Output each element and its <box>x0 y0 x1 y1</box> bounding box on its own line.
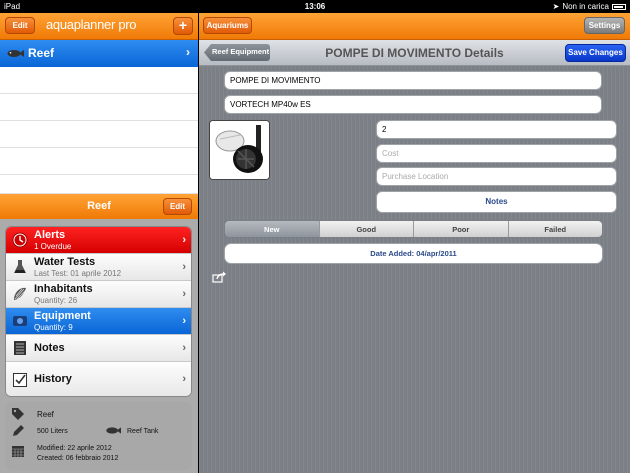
tank-menu: Alerts 1 Overdue › Water Tests Last Test… <box>5 226 192 397</box>
tank-info-created: Created: 06 febbraio 2012 <box>37 455 119 462</box>
tag-icon <box>12 408 24 420</box>
menu-item-water-tests[interactable]: Water Tests Last Test: 01 aprile 2012 › <box>6 254 191 281</box>
chevron-right-icon: › <box>182 261 186 273</box>
status-right: ➤ Non in carica <box>553 0 626 13</box>
menu-item-history[interactable]: History › <box>6 362 191 396</box>
shell-icon <box>14 287 26 300</box>
empty-row <box>0 148 198 175</box>
chevron-right-icon: › <box>182 315 186 327</box>
edit-tank-button[interactable]: Edit <box>163 198 192 215</box>
calendar-icon <box>12 446 24 457</box>
clock-icon <box>12 232 28 248</box>
condition-segmented-control: New Good Poor Failed <box>224 220 603 238</box>
empty-row <box>0 175 198 194</box>
tank-info-box: Reef 500 Liters Reef Tank Modified: 22 a… <box>5 402 192 470</box>
menu-item-subtitle: Last Test: 01 aprile 2012 <box>34 269 122 278</box>
tank-header-bar: Reef Edit <box>0 194 198 219</box>
pump-image <box>210 121 269 179</box>
add-aquarium-button[interactable]: + <box>173 17 193 35</box>
top-nav-bar: Aquariums Settings <box>199 13 630 40</box>
menu-item-equipment[interactable]: Equipment Quantity: 9 › <box>6 308 191 335</box>
menu-item-title: Water Tests <box>34 256 96 268</box>
pencil-icon <box>13 425 24 436</box>
tank-list-item-reef[interactable]: Reef › <box>0 40 198 67</box>
menu-item-inhabitants[interactable]: Inhabitants Quantity: 26 › <box>6 281 191 308</box>
fish-icon <box>7 50 24 57</box>
flask-icon <box>14 260 26 273</box>
menu-item-subtitle: 1 Overdue <box>34 242 72 251</box>
tank-info-type: Reef Tank <box>127 428 159 435</box>
menu-item-alerts[interactable]: Alerts 1 Overdue › <box>6 227 191 254</box>
battery-status-text: Non in carica <box>562 2 609 11</box>
chevron-right-icon: › <box>182 234 186 246</box>
notes-button[interactable]: Notes <box>376 191 617 213</box>
equipment-photo[interactable] <box>209 120 270 180</box>
menu-item-title: Notes <box>34 342 65 354</box>
chevron-right-icon: › <box>186 45 190 59</box>
tank-name: Reef <box>28 46 55 60</box>
back-button[interactable]: Reef Equipment <box>204 44 270 61</box>
menu-item-title: Alerts <box>34 229 66 241</box>
notepad-icon <box>14 341 26 355</box>
share-icon[interactable] <box>212 271 226 283</box>
tank-info-modified: Modified: 22 aprile 2012 <box>37 445 112 452</box>
equipment-icon <box>13 316 27 326</box>
equipment-name-field[interactable]: POMPE DI MOVIMENTO <box>224 71 602 90</box>
tank-info-name: Reef <box>37 410 54 419</box>
tank-menu-area: Alerts 1 Overdue › Water Tests Last Test… <box>0 219 198 473</box>
save-changes-button[interactable]: Save Changes <box>565 44 626 62</box>
condition-poor[interactable]: Poor <box>414 221 509 237</box>
tank-info-volume: 500 Liters <box>37 428 68 435</box>
settings-button[interactable]: Settings <box>584 17 625 34</box>
menu-item-title: Equipment <box>34 310 91 322</box>
date-added-field[interactable]: Date Added: 04/apr/2011 <box>224 243 603 264</box>
empty-row <box>0 67 198 94</box>
fish-icon <box>106 427 121 434</box>
location-icon: ➤ <box>552 2 560 11</box>
checklist-icon <box>13 373 27 387</box>
clock: 13:06 <box>304 2 326 11</box>
edit-aquariums-button[interactable]: Edit <box>5 17 35 34</box>
detail-content: POMPE DI MOVIMENTO VORTECH MP40w ES 2 Co… <box>199 66 630 473</box>
menu-item-title: History <box>34 373 72 385</box>
page-title: POMPE DI MOVIMENTO Details <box>325 46 504 60</box>
detail-nav-bar: Reef Equipment POMPE DI MOVIMENTO Detail… <box>199 40 630 66</box>
logo-suffix: pro <box>118 17 137 32</box>
logo-text: aquaplanner <box>46 17 115 32</box>
chevron-right-icon: › <box>182 373 186 385</box>
empty-row <box>0 121 198 148</box>
status-bar: iPad 13:06 ➤ Non in carica <box>0 0 630 13</box>
left-pane: Edit aquaplanner pro + Reef › Reef Edit … <box>0 13 198 473</box>
app-logo: aquaplanner pro <box>46 17 137 32</box>
menu-item-notes[interactable]: Notes › <box>6 335 191 362</box>
condition-new[interactable]: New <box>225 221 320 237</box>
aquariums-button[interactable]: Aquariums <box>203 17 252 34</box>
chevron-right-icon: › <box>182 288 186 300</box>
empty-row <box>0 94 198 121</box>
purchase-location-field[interactable]: Purchase Location <box>376 167 617 186</box>
condition-good[interactable]: Good <box>319 221 414 237</box>
battery-icon <box>612 3 626 10</box>
menu-item-title: Inhabitants <box>34 283 93 295</box>
equipment-model-field[interactable]: VORTECH MP40w ES <box>224 95 602 114</box>
cost-field[interactable]: Cost <box>376 144 617 163</box>
right-pane: Aquariums Settings Reef Equipment POMPE … <box>199 13 630 473</box>
menu-item-subtitle: Quantity: 26 <box>34 296 78 305</box>
condition-failed[interactable]: Failed <box>508 221 602 237</box>
quantity-field[interactable]: 2 <box>376 120 617 139</box>
left-header: Edit aquaplanner pro + <box>0 13 198 40</box>
chevron-right-icon: › <box>182 342 186 354</box>
menu-item-subtitle: Quantity: 9 <box>34 323 73 332</box>
